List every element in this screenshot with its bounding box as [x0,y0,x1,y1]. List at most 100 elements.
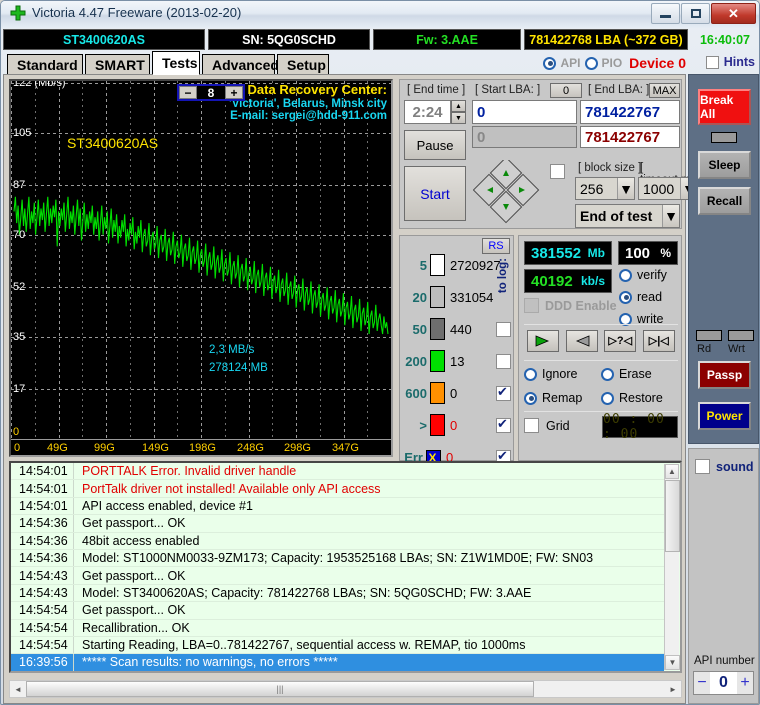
log-panel[interactable]: 14:54:01 PORTTALK Error. Invalid driver h… [9,461,682,673]
end-lba-input[interactable]: 781422767 [580,100,680,124]
start-lba-input[interactable]: 0 [472,100,577,124]
y-tick-label: 87 [13,179,26,192]
start-button[interactable]: Start [404,166,466,221]
play-forward-icon[interactable] [527,329,560,352]
log-row[interactable]: 16:39:56 ***** Scan results: no warnings,… [11,654,664,671]
tab-tests[interactable]: Tests [152,51,200,75]
dpad-enable-checkbox[interactable] [550,164,565,179]
scroll-down-button[interactable]: ▼ [665,655,680,670]
log-row[interactable]: 14:54:54 Starting Reading, LBA=0..7814227… [11,636,664,655]
close-button[interactable]: ✕ [711,3,756,24]
recall-button[interactable]: Recall [698,187,751,215]
log-row[interactable]: 14:54:36 48bit access enabled [11,532,664,550]
ddd-checkbox[interactable] [524,298,539,313]
mode-read[interactable]: read [619,286,667,308]
log-time: 14:54:01 [19,481,68,496]
zoom-spinner[interactable]: − 8 + [177,84,245,101]
log-row[interactable]: 14:54:54 Get passport... OK [11,602,664,620]
ignore-radio[interactable] [524,367,537,381]
seek-end-icon[interactable]: ▷|◁ [642,329,675,352]
start-lba-zero-button[interactable]: 0 [550,83,582,98]
defect-counters: RS to log: 5 2720927 20 331054 50 440 200 13 600… [399,235,514,465]
log-message: PORTTALK Error. Invalid driver handle [82,464,297,479]
scroll-thumb[interactable] [665,480,680,552]
block-size-select[interactable]: 256 ▼ [575,177,635,200]
speed-graph[interactable]: 122 (Mb/s) 105 87 70 52 35 17 0 0 49G 99G 149G 198G… [9,79,393,457]
minimize-icon [660,15,671,18]
counter-log-checkbox[interactable] [496,321,511,337]
read-radio[interactable] [619,290,632,304]
log-time: 14:54:36 [19,516,68,531]
tab-advanced[interactable]: Advanced [202,54,279,75]
remap-radio[interactable] [524,391,537,405]
sound-checkbox[interactable] [695,459,710,474]
dpad-control[interactable] [473,160,543,225]
maximize-button[interactable] [681,3,710,24]
api-number-spinner[interactable]: − 0 + [693,671,754,695]
end-time-steppers[interactable]: ▲ ▼ [451,100,466,124]
horizontal-scrollbar[interactable]: ◄ ||| ► [9,680,682,698]
play-reverse-icon[interactable] [565,329,598,352]
zoom-minus-button[interactable]: − [179,86,197,100]
hints-checkbox[interactable] [705,55,719,69]
log-row[interactable]: 14:54:01 PORTTALK Error. Invalid driver h… [11,463,664,481]
x-tick-label: 49G [47,442,68,454]
log-vertical-scrollbar[interactable]: ▲ ▼ [664,464,680,670]
break-all-button[interactable]: Break All [698,89,751,125]
power-button[interactable]: Power [698,402,751,430]
hscroll-right-button[interactable]: ► [665,682,681,697]
end-time-up-button[interactable]: ▲ [451,100,466,112]
ddd-toggle[interactable]: DDD Enable [524,298,617,313]
mode-verify[interactable]: verify [619,264,667,286]
seek-random-icon[interactable]: ▷?◁ [604,329,637,352]
end-time-spinner[interactable]: 2:24 ▲ ▼ [404,100,466,124]
end-time-down-button[interactable]: ▼ [451,112,466,124]
verify-radio[interactable] [619,268,632,282]
end-of-test-select[interactable]: End of test ▼ [575,204,680,228]
action-erase[interactable]: Erase [601,362,678,386]
pio-radio[interactable] [584,56,598,70]
end-lba-max-button[interactable]: MAX [649,83,680,98]
tab-setup[interactable]: Setup [277,54,329,75]
tests-panel: 122 (Mb/s) 105 87 70 52 35 17 0 0 49G 99G 149G 198G… [3,74,698,704]
tab-standard[interactable]: Standard [7,54,83,75]
api-number-minus-button[interactable]: − [694,672,710,694]
restore-radio[interactable] [601,391,614,405]
action-restore[interactable]: Restore [601,386,678,410]
scroll-up-button[interactable]: ▲ [665,464,679,479]
pause-button[interactable]: Pause [404,130,466,160]
zoom-plus-button[interactable]: + [225,86,243,100]
api-radio[interactable] [543,56,557,70]
minimize-button[interactable] [651,3,680,24]
grid-checkbox[interactable] [524,418,539,433]
log-row[interactable]: 14:54:43 Get passport... OK [11,567,664,585]
window-buttons: ✕ [651,3,756,24]
hscroll-left-button[interactable]: ◄ [10,682,26,697]
log-row[interactable]: 14:54:01 API access enabled, device #1 [11,497,664,516]
wrt-indicator [728,330,754,341]
counter-log-checkbox[interactable] [496,384,511,401]
tab-smart[interactable]: SMART [85,54,150,75]
api-number-plus-button[interactable]: + [737,672,753,694]
log-time: 14:54:43 [19,568,68,583]
action-ignore[interactable]: Ignore [524,362,601,386]
log-row[interactable]: 14:54:54 Recallibration... OK [11,619,664,637]
speed-display: 40192 kb/s [524,269,612,293]
sound-toggle[interactable]: sound [695,459,754,474]
log-row[interactable]: 14:54:36 Model: ST1000NM0033-9ZM173; Capa… [11,549,664,568]
log-row[interactable]: 14:54:43 Model: ST3400620AS; Capacity: 78… [11,584,664,603]
api-number-value: 0 [710,672,737,694]
zoom-value: 8 [197,86,225,100]
counter-swatch [430,318,445,340]
passport-button[interactable]: Passp [698,361,751,389]
sleep-button[interactable]: Sleep [698,151,751,179]
log-row[interactable]: 14:54:01 PortTalk driver not installed! A… [11,480,664,498]
hints-toggle[interactable]: Hints [705,55,755,69]
log-row[interactable]: 14:54:36 Get passport... OK [11,515,664,533]
counter-log-checkbox[interactable] [496,353,511,369]
counter-log-checkbox[interactable] [496,416,511,433]
grid-toggle[interactable]: Grid [524,418,570,433]
erase-radio[interactable] [601,367,614,381]
action-remap[interactable]: Remap [524,386,601,410]
hscroll-thumb[interactable]: ||| [26,681,534,697]
